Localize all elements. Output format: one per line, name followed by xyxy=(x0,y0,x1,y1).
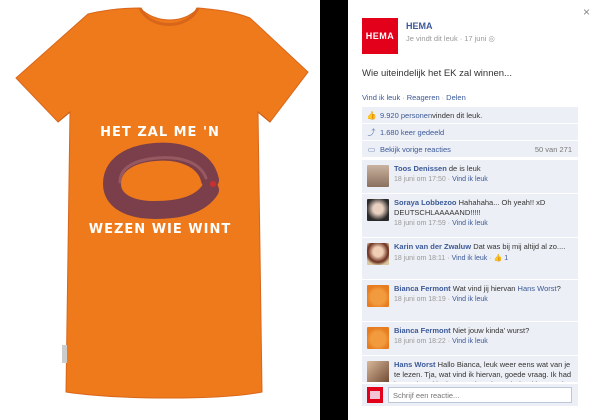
shares-link[interactable]: 1.680 keer gedeeld xyxy=(380,128,444,137)
comment-item: Bianca Fermont Wat vind jij hiervan Hans… xyxy=(362,280,578,322)
share-icon: ⤴ xyxy=(367,127,376,137)
comment-item: Bianca Fermont Niet jouw kinda' wurst? 1… xyxy=(362,322,578,356)
comment-list: Toos Denissen de is leuk 18 juni om 17:5… xyxy=(362,160,578,382)
comment-author[interactable]: Bianca Fermont xyxy=(394,326,451,335)
comment-author[interactable]: Bianca Fermont xyxy=(394,284,451,293)
comment-like-link[interactable]: Vind ik leuk xyxy=(452,176,488,183)
mention-link[interactable]: Hans Worst xyxy=(518,284,557,293)
previous-comments-link[interactable]: Bekijk vorige reacties xyxy=(380,145,451,154)
comment-like-link[interactable]: Vind ik leuk xyxy=(452,296,488,303)
comments-count: 50 van 271 xyxy=(534,144,572,154)
post-header: HEMA HEMA Je vindt dit leuk · 17 juni ◎ xyxy=(362,18,580,58)
comment-author[interactable]: Toos Denissen xyxy=(394,164,447,173)
thumbs-up-icon: 👍 xyxy=(366,110,377,120)
orange-tshirt-photo xyxy=(15,7,309,399)
comment-like-link[interactable]: Vind ik leuk xyxy=(452,220,488,227)
comment-text: Dat was bij mij altijd al zo.... xyxy=(473,242,566,251)
shares-row: ⤴ 1.680 keer gedeeld xyxy=(362,124,578,141)
comment-input[interactable] xyxy=(388,387,572,403)
photo-viewer[interactable]: HET ZAL ME 'N WEZEN WIE WINT xyxy=(0,0,320,420)
comment-text: Niet jouw kinda' wurst? xyxy=(452,326,530,335)
reply-bar xyxy=(362,384,578,406)
avatar[interactable] xyxy=(367,327,389,349)
likes-row: 👍 9.920 personen vinden dit leuk. xyxy=(362,107,578,124)
comment-time[interactable]: 18 juni om 18:11 xyxy=(394,255,445,262)
post-sidebar: × HEMA HEMA Je vindt dit leuk · 17 juni ◎ … xyxy=(348,0,600,420)
comment-item: Toos Denissen de is leuk 18 juni om 17:5… xyxy=(362,160,578,194)
post-date[interactable]: 17 juni xyxy=(464,34,486,43)
liked-status: Je vindt dit leuk xyxy=(406,34,458,43)
likes-suffix: vinden dit leuk. xyxy=(432,110,483,120)
comment-author[interactable]: Hans Worst xyxy=(394,360,436,369)
post-message: Wie uiteindelijk het EK zal winnen... xyxy=(362,68,512,79)
comment-author[interactable]: Soraya Lobbezoo xyxy=(394,198,457,207)
shirt-tag xyxy=(62,345,67,363)
comment-text: de is leuk xyxy=(448,164,481,173)
comment-like-link[interactable]: Vind ik leuk xyxy=(452,338,488,345)
comment-time[interactable]: 18 juni om 18:22 xyxy=(394,338,446,345)
comment-author[interactable]: Karin van der Zwaluw xyxy=(394,242,471,251)
comment-time[interactable]: 18 juni om 17:59 xyxy=(394,220,446,227)
avatar[interactable] xyxy=(367,165,389,187)
comment-like-count[interactable]: 1 xyxy=(504,255,508,262)
previous-comments-row[interactable]: ▭ Bekijk vorige reacties 50 van 271 xyxy=(362,141,578,158)
comment-text-end: ? xyxy=(556,284,561,293)
comment-time[interactable]: 18 juni om 18:19 xyxy=(394,296,446,303)
globe-icon: ◎ xyxy=(488,34,495,43)
avatar xyxy=(367,387,383,403)
likes-count-link[interactable]: 9.920 personen xyxy=(380,111,432,120)
thumbs-up-icon: 👍 xyxy=(493,255,503,262)
comment-item: Hans Worst Hallo Bianca, leuk weer eens … xyxy=(362,356,578,382)
page-logo[interactable]: HEMA xyxy=(362,18,398,54)
share-action[interactable]: Delen xyxy=(446,93,466,102)
post-actions: Vind ik leuk · Reageren · Delen xyxy=(362,93,466,102)
avatar[interactable] xyxy=(367,285,389,307)
feedback-box: 👍 9.920 personen vinden dit leuk. ⤴ 1.68… xyxy=(362,107,578,158)
comment-time[interactable]: 18 juni om 17:50 xyxy=(394,176,446,183)
page-name[interactable]: HEMA xyxy=(406,21,433,31)
comment-action[interactable]: Reageren xyxy=(407,93,440,102)
like-action[interactable]: Vind ik leuk xyxy=(362,93,400,102)
comment-bubble-icon: ▭ xyxy=(367,144,376,154)
shirt-text-top: HET ZAL ME 'N xyxy=(100,125,220,140)
comment-item: Soraya Lobbezoo Hahahaha... Oh yeah!! xD… xyxy=(362,194,578,238)
shirt-text-bottom: WEZEN WIE WINT xyxy=(88,222,232,237)
avatar[interactable] xyxy=(367,243,389,265)
close-icon[interactable]: × xyxy=(583,6,590,18)
avatar[interactable] xyxy=(367,361,389,382)
comment-like-link[interactable]: Vind ik leuk xyxy=(452,255,488,262)
comment-text: Wat vind jij hiervan xyxy=(452,284,518,293)
comment-item: Karin van der Zwaluw Dat was bij mij alt… xyxy=(362,238,578,280)
avatar[interactable] xyxy=(367,199,389,221)
post-meta: Je vindt dit leuk · 17 juni ◎ xyxy=(406,34,495,43)
